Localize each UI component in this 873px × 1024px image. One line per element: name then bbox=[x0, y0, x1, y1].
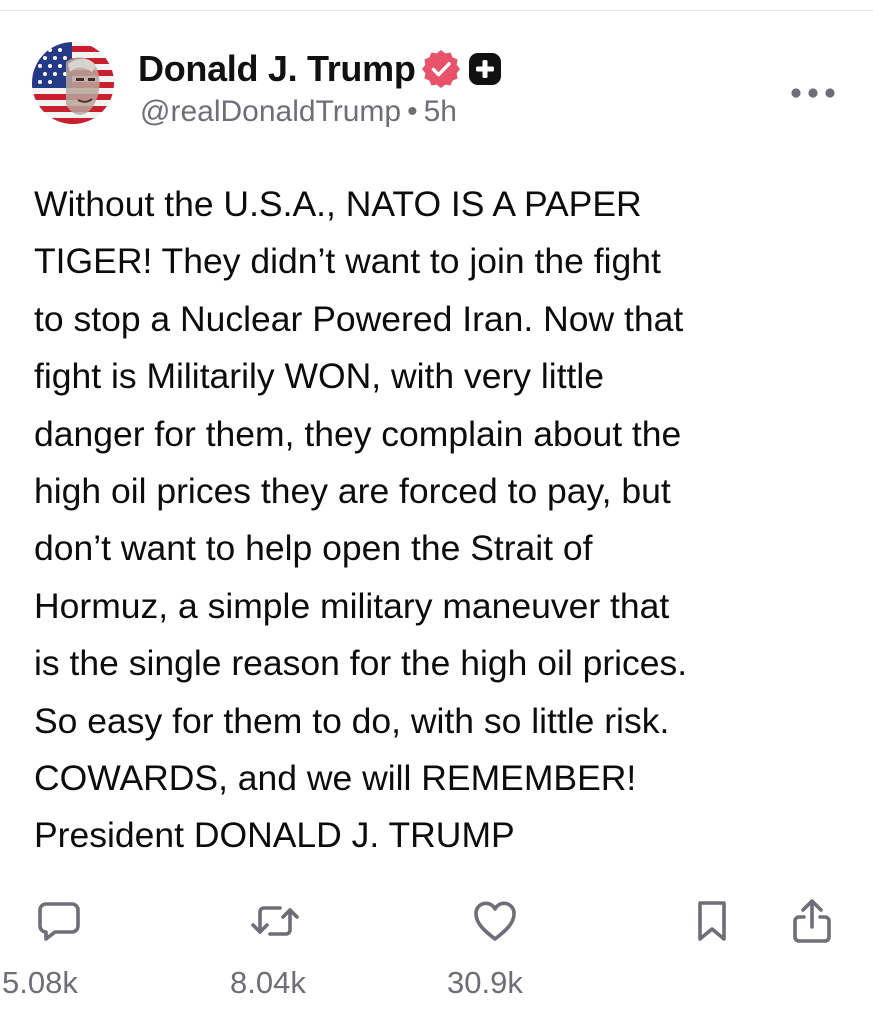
meta-separator: • bbox=[407, 95, 418, 128]
post-body-line: to stop a Nuclear Powered Iran. Now that bbox=[34, 298, 684, 339]
reply-icon bbox=[38, 902, 80, 941]
repost-count: 8.04k bbox=[230, 965, 306, 1000]
author-display-name[interactable]: Donald J. Trump bbox=[138, 48, 416, 90]
author-handle-row: @realDonaldTrump • 5h bbox=[140, 95, 457, 129]
bookmark-button[interactable] bbox=[687, 896, 737, 946]
repost-button[interactable] bbox=[250, 896, 300, 946]
more-horizontal-icon bbox=[791, 88, 835, 98]
author-handle[interactable]: @realDonaldTrump bbox=[140, 95, 401, 128]
author-name-row: Donald J. Trump bbox=[138, 46, 502, 92]
post-body-line: President DONALD J. TRUMP bbox=[34, 815, 515, 856]
share-icon bbox=[793, 899, 831, 943]
post-body-line: Hormuz, a simple military maneuver that bbox=[34, 585, 670, 626]
like-button[interactable] bbox=[470, 896, 520, 946]
bookmark-icon bbox=[698, 901, 726, 941]
author-avatar[interactable] bbox=[32, 42, 114, 124]
post-body-line: don’t want to help open the Strait of bbox=[34, 528, 593, 569]
share-button[interactable] bbox=[787, 896, 837, 946]
reply-count: 5.08k bbox=[2, 965, 78, 1000]
more-options-button[interactable] bbox=[788, 78, 838, 108]
post-body: Without the U.S.A., NATO IS A PAPER TIGE… bbox=[34, 176, 854, 865]
verified-badge-icon bbox=[421, 50, 460, 88]
post-body-line: is the single reason for the high oil pr… bbox=[34, 643, 688, 684]
top-divider bbox=[0, 10, 873, 11]
reply-button[interactable] bbox=[34, 896, 84, 946]
post-timestamp[interactable]: 5h bbox=[424, 95, 457, 128]
post-body-line: TIGER! They didn’t want to join the figh… bbox=[34, 241, 661, 282]
post-body-line: high oil prices they are forced to pay, … bbox=[34, 471, 671, 512]
post-body-line: COWARDS, and we will REMEMBER! bbox=[34, 758, 637, 799]
post-body-line: fight is Militarily WON, with very littl… bbox=[34, 356, 605, 397]
plus-badge-icon bbox=[468, 53, 501, 85]
repost-icon bbox=[251, 906, 299, 936]
post-body-line: danger for them, they complain about the bbox=[34, 413, 682, 454]
post-body-line: So easy for them to do, with so little r… bbox=[34, 700, 670, 741]
heart-icon bbox=[474, 901, 516, 941]
post-body-line: Without the U.S.A., NATO IS A PAPER bbox=[34, 184, 642, 224]
like-count: 30.9k bbox=[447, 965, 523, 1000]
